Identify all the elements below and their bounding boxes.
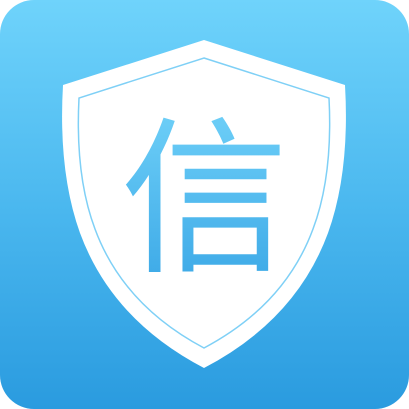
- app-icon[interactable]: 信: [0, 0, 409, 409]
- xin-character-glyph: 信: [0, 105, 409, 295]
